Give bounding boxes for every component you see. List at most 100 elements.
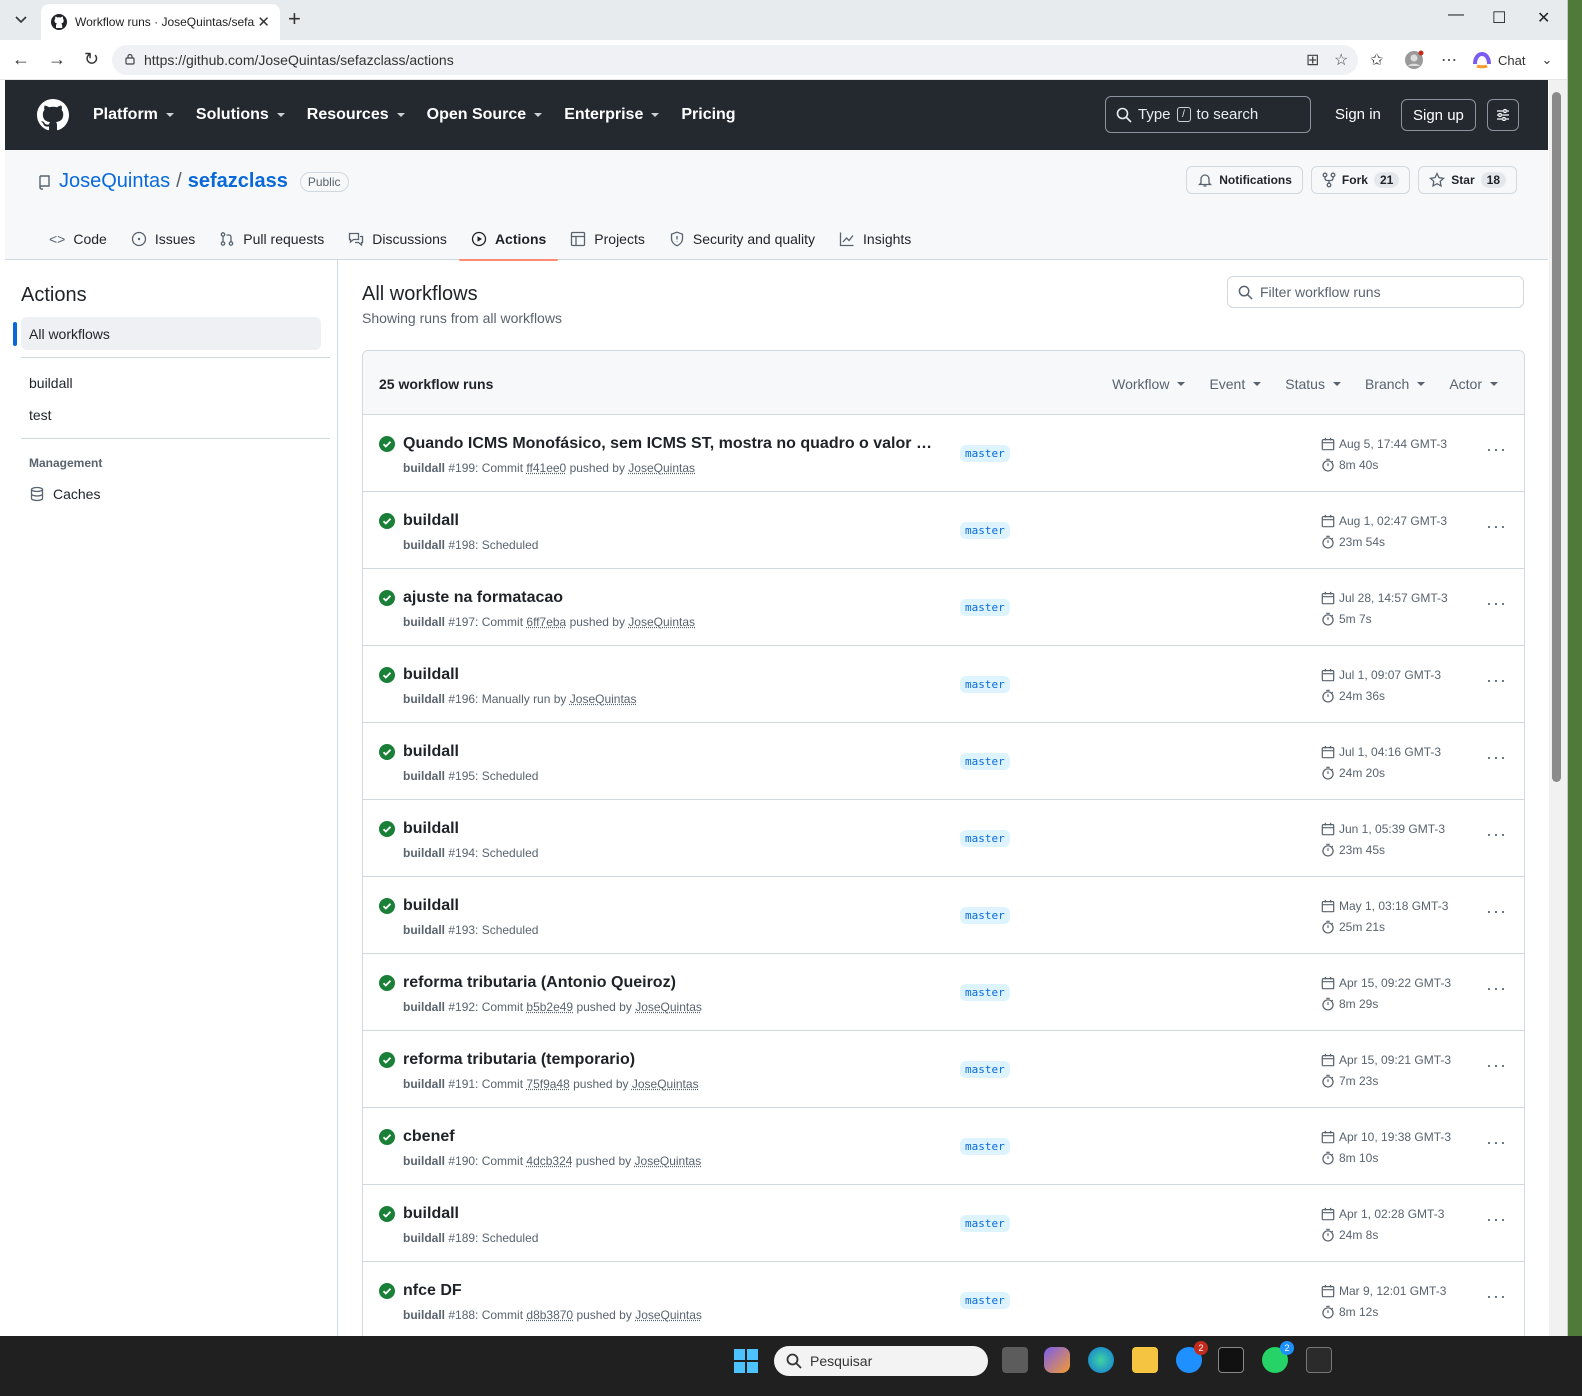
tab-list-button[interactable] — [8, 6, 34, 34]
more-options-icon[interactable]: ⋯ — [1441, 50, 1457, 70]
run-title-link[interactable]: Quando ICMS Monofásico, sem ICMS ST, mos… — [403, 435, 933, 453]
minimize-icon[interactable]: — — [1448, 6, 1464, 24]
branch-badge[interactable]: master — [960, 830, 1010, 847]
branch-badge[interactable]: master — [960, 522, 1010, 539]
taskbar-search-input[interactable]: Pesquisar — [774, 1346, 988, 1376]
nav-open-source[interactable]: Open Source — [427, 106, 543, 124]
sidebar-item-caches[interactable]: Caches — [29, 486, 100, 502]
branch-badge[interactable]: master — [960, 753, 1010, 770]
scrollbar-thumb[interactable] — [1552, 92, 1561, 782]
kebab-menu-icon[interactable]: ··· — [1486, 978, 1507, 999]
tab-security[interactable]: Security and quality — [657, 218, 827, 260]
table-row[interactable]: Quando ICMS Monofásico, sem ICMS ST, mos… — [363, 415, 1524, 492]
table-row[interactable]: ajuste na formatacao buildall #197: Commi… — [363, 569, 1524, 646]
kebab-menu-icon[interactable]: ··· — [1486, 1209, 1507, 1230]
run-title-link[interactable]: buildall — [403, 666, 459, 684]
site-info-icon[interactable] — [124, 53, 136, 65]
repo-owner-link[interactable]: JoseQuintas — [59, 170, 170, 193]
kebab-menu-icon[interactable]: ··· — [1486, 747, 1507, 768]
github-logo-icon[interactable] — [37, 99, 69, 131]
close-window-icon[interactable]: ✕ — [1537, 8, 1550, 28]
branch-badge[interactable]: master — [960, 599, 1010, 616]
tab-insights[interactable]: Insights — [827, 218, 923, 260]
kebab-menu-icon[interactable]: ··· — [1486, 824, 1507, 845]
branch-badge[interactable]: master — [960, 907, 1010, 924]
table-row[interactable]: nfce DF buildall #188: Commit d8b3870 pus… — [363, 1262, 1524, 1339]
commit-link[interactable]: b5b2e49 — [526, 1000, 573, 1014]
filter-actor-dropdown[interactable]: Actor — [1449, 376, 1498, 392]
commit-link[interactable]: d8b3870 — [526, 1308, 573, 1322]
kebab-menu-icon[interactable]: ··· — [1486, 1286, 1507, 1307]
actor-link[interactable]: JoseQuintas — [635, 1000, 702, 1014]
actor-link[interactable]: JoseQuintas — [635, 1308, 702, 1322]
actor-link[interactable]: JoseQuintas — [570, 692, 637, 706]
star-button[interactable]: Star 18 — [1418, 166, 1517, 194]
branch-badge[interactable]: master — [960, 676, 1010, 693]
run-title-link[interactable]: buildall — [403, 512, 459, 530]
filter-runs-input[interactable]: Filter workflow runs — [1227, 276, 1524, 308]
table-row[interactable]: reforma tributaria (Antonio Queiroz) buil… — [363, 954, 1524, 1031]
nav-enterprise[interactable]: Enterprise — [564, 106, 660, 124]
url-field[interactable]: https://github.com/JoseQuintas/sefazclas… — [112, 45, 1358, 75]
run-title-link[interactable]: ajuste na formatacao — [403, 589, 563, 607]
new-tab-button[interactable]: + — [288, 8, 301, 30]
page-scrollbar[interactable] — [1549, 80, 1567, 1348]
sidebar-item-test[interactable]: test — [29, 407, 52, 423]
branch-badge[interactable]: master — [960, 1292, 1010, 1309]
kebab-menu-icon[interactable]: ··· — [1486, 516, 1507, 537]
edge-browser-icon[interactable] — [1088, 1347, 1114, 1373]
actor-link[interactable]: JoseQuintas — [635, 1154, 702, 1168]
nav-resources[interactable]: Resources — [307, 106, 405, 124]
file-explorer-icon[interactable] — [1132, 1347, 1158, 1373]
back-arrow-icon[interactable]: ← — [12, 49, 30, 70]
table-row[interactable]: buildall buildall #193: Scheduled master Ma… — [363, 877, 1524, 954]
sidebar-item-buildall[interactable]: buildall — [29, 375, 73, 391]
sign-in-link[interactable]: Sign in — [1335, 106, 1381, 123]
nav-pricing[interactable]: Pricing — [681, 106, 735, 124]
copilot-app-icon[interactable] — [1044, 1347, 1070, 1373]
global-search-input[interactable]: Type / to search — [1105, 96, 1311, 133]
filter-branch-dropdown[interactable]: Branch — [1365, 376, 1426, 392]
table-row[interactable]: reforma tributaria (temporario) buildall … — [363, 1031, 1524, 1108]
actor-link[interactable]: JoseQuintas — [632, 1077, 699, 1091]
sidebar-item-all-workflows[interactable]: All workflows — [13, 317, 321, 350]
branch-badge[interactable]: master — [960, 445, 1010, 462]
filter-event-dropdown[interactable]: Event — [1209, 376, 1262, 392]
fork-button[interactable]: Fork 21 — [1310, 166, 1411, 194]
repo-name-link[interactable]: sefazclass — [188, 170, 288, 193]
run-title-link[interactable]: buildall — [403, 743, 459, 761]
kebab-menu-icon[interactable]: ··· — [1486, 670, 1507, 691]
run-title-link[interactable]: nfce DF — [403, 1282, 462, 1300]
reload-icon[interactable]: ↻ — [84, 49, 99, 70]
copilot-chat-button[interactable]: Chat ⌄ — [1472, 46, 1552, 74]
run-title-link[interactable]: buildall — [403, 820, 459, 838]
close-tab-icon[interactable]: ✕ — [257, 13, 270, 31]
commit-link[interactable]: 75f9a48 — [526, 1077, 569, 1091]
tab-projects[interactable]: Projects — [558, 218, 657, 260]
favorite-star-icon[interactable]: ☆ — [1334, 50, 1348, 70]
run-title-link[interactable]: buildall — [403, 897, 459, 915]
branch-badge[interactable]: master — [960, 1215, 1010, 1232]
tab-discussions[interactable]: Discussions — [336, 218, 459, 260]
maximize-icon[interactable]: ☐ — [1492, 8, 1506, 28]
terminal-icon[interactable] — [1218, 1347, 1244, 1373]
table-row[interactable]: cbenef buildall #190: Commit 4dcb324 push… — [363, 1108, 1524, 1185]
favorites-icon[interactable]: ✩ — [1370, 50, 1383, 70]
tab-code[interactable]: <> Code — [37, 218, 119, 260]
task-view-icon[interactable] — [1002, 1347, 1028, 1373]
kebab-menu-icon[interactable]: ··· — [1486, 439, 1507, 460]
notifications-button[interactable]: Notifications — [1186, 166, 1303, 194]
console-icon[interactable] — [1306, 1347, 1332, 1373]
run-title-link[interactable]: reforma tributaria (Antonio Queiroz) — [403, 974, 676, 992]
tab-actions[interactable]: Actions — [458, 218, 559, 261]
run-title-link[interactable]: buildall — [403, 1205, 459, 1223]
commit-link[interactable]: ff41ee0 — [526, 461, 566, 475]
chat-app-icon[interactable]: 2 — [1176, 1341, 1208, 1373]
forward-arrow-icon[interactable]: → — [48, 49, 66, 70]
filter-workflow-dropdown[interactable]: Workflow — [1112, 376, 1186, 392]
table-row[interactable]: buildall buildall #189: Scheduled master Ap… — [363, 1185, 1524, 1262]
table-row[interactable]: buildall buildall #196: Manually run by J… — [363, 646, 1524, 723]
kebab-menu-icon[interactable]: ··· — [1486, 901, 1507, 922]
tab-issues[interactable]: Issues — [119, 218, 207, 260]
nav-platform[interactable]: Platform — [93, 106, 174, 124]
